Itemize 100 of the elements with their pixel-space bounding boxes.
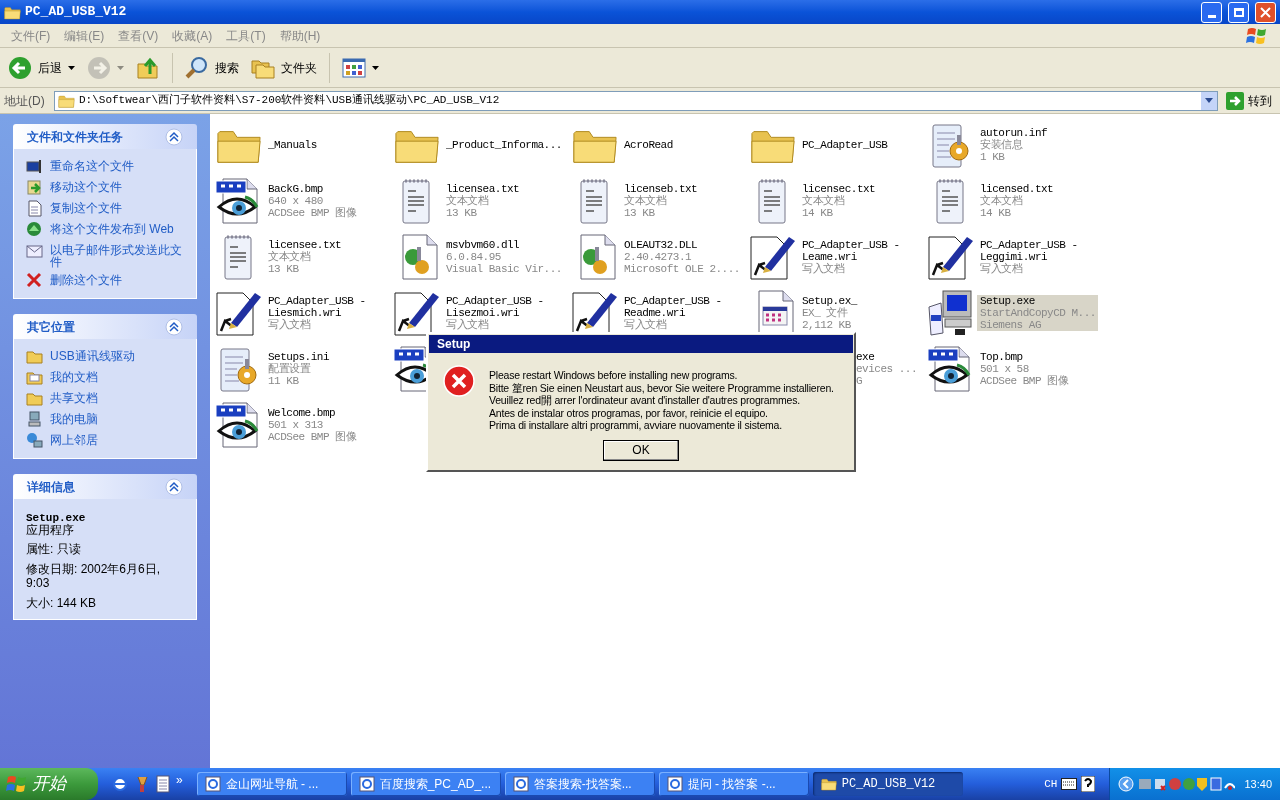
delete-icon	[26, 272, 43, 289]
panel-title: 文件和文件夹任务	[27, 128, 124, 146]
close-icon	[1260, 6, 1271, 18]
back-button[interactable]: 后退	[4, 51, 79, 84]
task-link[interactable]: 移动这个文件	[50, 179, 122, 193]
file-name: Setup.exe	[26, 512, 87, 524]
folder-icon	[58, 93, 75, 108]
file-label[interactable]: OLEAUT32.DLL 2.40.4273.1 Microsoft OLE 2....	[621, 239, 742, 275]
task-link[interactable]: 重命名这个文件	[50, 158, 134, 172]
browser-icon[interactable]	[112, 776, 128, 792]
address-field[interactable]: D:\Softwear\西门子软件资料\S7-200软件资料\USB通讯线驱动\PC_AD_USB_V12	[54, 90, 1218, 111]
go-button[interactable]: 转到	[1222, 91, 1276, 110]
caret-icon	[68, 65, 75, 70]
collapse-button[interactable]	[165, 477, 183, 496]
caret-icon	[372, 65, 379, 70]
move-icon	[26, 179, 43, 196]
globe-icon	[26, 221, 43, 238]
up-folder-icon	[136, 55, 160, 80]
file-label[interactable]: AcroRead	[621, 139, 675, 151]
file-label[interactable]: autorun.inf 安装信息 1 KB	[977, 127, 1050, 163]
file-label[interactable]: Setup.ex_ EX_ 文件 2,112 KB	[799, 295, 859, 331]
file-label[interactable]: Top.bmp 501 x 58 ACDSee BMP 图像	[977, 351, 1071, 387]
brush-icon[interactable]	[134, 775, 150, 793]
task-link[interactable]: 共享文档	[50, 390, 98, 404]
file-type: 应用程序	[26, 524, 74, 536]
close-button[interactable]	[1255, 1, 1276, 23]
keyboard-icon[interactable]	[1061, 778, 1078, 790]
taskbar-button[interactable]: 答案搜索-找答案...	[504, 772, 655, 796]
minimize-button[interactable]	[1201, 1, 1222, 23]
copy-icon	[26, 200, 43, 217]
task-link[interactable]: 删除这个文件	[50, 272, 122, 286]
error-icon	[443, 365, 475, 397]
pen-document-icon	[749, 233, 797, 281]
maximize-button[interactable]	[1228, 1, 1249, 23]
panel-title: 其它位置	[27, 318, 76, 336]
taskbar-button[interactable]: 百度搜索_PC_AD_...	[350, 772, 501, 796]
notepad-icon[interactable]	[156, 775, 170, 793]
task-link[interactable]: 复制这个文件	[50, 200, 122, 214]
windows-logo-icon	[1246, 25, 1268, 46]
dropdown-button[interactable]	[1201, 91, 1217, 110]
caret-icon	[1205, 98, 1213, 103]
windows-logo-icon	[6, 774, 28, 794]
file-label[interactable]: BackG.bmp 640 x 480 ACDSee BMP 图像	[265, 183, 359, 219]
taskbar-button[interactable]: PC_AD_USB_V12	[812, 772, 963, 796]
rename-icon	[26, 158, 43, 175]
folders-button[interactable]: 文件夹	[247, 51, 321, 84]
browser-page-icon	[666, 776, 683, 792]
documents-folder-icon	[26, 369, 43, 386]
help-icon[interactable]	[1081, 776, 1096, 792]
file-label[interactable]: _Manuals	[265, 139, 319, 151]
clock: 13:40	[1244, 776, 1272, 792]
taskbar-button[interactable]: 金山网址导航 - ...	[196, 772, 347, 796]
dialog-title: Setup	[437, 336, 471, 353]
file-label[interactable]: PC_Adapter_USB - Leggimi.wri 写入文档	[977, 239, 1080, 275]
window-title: PC_AD_USB_V12	[25, 3, 128, 22]
detail-text: 属性: 只读	[26, 542, 82, 556]
taskbar-button[interactable]: 提问 - 找答案 -...	[658, 772, 809, 796]
start-button[interactable]: 开始	[0, 768, 98, 800]
file-label[interactable]: PC_Adapter_USB - Leame.wri 写入文档	[799, 239, 902, 275]
task-link[interactable]: 将这个文件发布到 Web	[50, 221, 174, 235]
file-label[interactable]: _Product_Informa...	[443, 139, 564, 151]
detail-text: 大小: 144 KB	[26, 596, 98, 610]
folder-icon	[4, 4, 21, 20]
search-button[interactable]: 搜索	[181, 51, 243, 84]
file-label[interactable]: Setups.ini 配置设置 11 KB	[265, 351, 331, 387]
file-label[interactable]: licensec.txt 文本文档 14 KB	[799, 183, 878, 219]
task-link[interactable]: USB通讯线驱动	[50, 348, 135, 362]
collapse-button[interactable]	[165, 317, 183, 336]
more-chevron[interactable]: »	[176, 771, 183, 789]
file-label[interactable]: PC_Adapter_USB	[799, 139, 890, 151]
caret-icon	[117, 65, 124, 70]
dialog-message: Please restart Windows before installing new programs. Bitte 篂ren Sie einen Neustart aus, bevor Sie weitere Programme installieren. Veuillez red開 arrer l'ordinateur avant d'installer d'autres programmes. Antes de instalar otros programas, por favor, reinicie el equipo. Prima di installare altri programmi, avviare nuovamente il sistema.	[489, 368, 834, 432]
task-link[interactable]: 网上邻居	[50, 432, 98, 446]
panel-title: 详细信息	[27, 478, 76, 496]
language-indicator[interactable]: CH	[1044, 775, 1058, 793]
search-icon	[185, 55, 209, 80]
file-label[interactable]: Setup.exe StartAndCopyCD M... Siemens AG	[977, 295, 1098, 331]
file-label[interactable]: licensee.txt 文本文档 13 KB	[265, 239, 344, 275]
task-link[interactable]: 以电子邮件形式发送此文件	[50, 242, 184, 268]
file-label[interactable]: licensea.txt 文本文档 13 KB	[443, 183, 522, 219]
file-label[interactable]: licenseb.txt 文本文档 13 KB	[621, 183, 700, 219]
task-link[interactable]: 我的电脑	[50, 411, 98, 425]
computer-setup-icon	[927, 289, 975, 337]
address-label: 地址(D)	[4, 92, 46, 110]
ok-button[interactable]: OK	[603, 439, 679, 461]
browser-page-icon	[358, 776, 375, 792]
file-label[interactable]: Welcome.bmp 501 x 313 ACDSee BMP 图像	[265, 407, 359, 443]
browser-page-icon	[512, 776, 529, 792]
pen-document-icon	[927, 233, 975, 281]
task-link[interactable]: 我的文档	[50, 369, 98, 383]
tray-expand-icon[interactable]	[1118, 776, 1135, 792]
folder-icon	[26, 390, 43, 407]
file-label[interactable]: PC_Adapter_USB - Lisezmoi.wri 写入文档	[443, 295, 546, 331]
file-label[interactable]: licensed.txt 文本文档 14 KB	[977, 183, 1056, 219]
network-icon	[26, 432, 43, 449]
file-label[interactable]: PC_Adapter_USB - Readme.wri 写入文档	[621, 295, 724, 331]
collapse-button[interactable]	[165, 127, 183, 146]
pen-document-icon	[215, 289, 263, 337]
file-label[interactable]: PC_Adapter_USB - Liesmich.wri 写入文档	[265, 295, 368, 331]
file-label[interactable]: msvbvm60.dll 6.0.84.95 Visual Basic Vir...	[443, 239, 564, 275]
